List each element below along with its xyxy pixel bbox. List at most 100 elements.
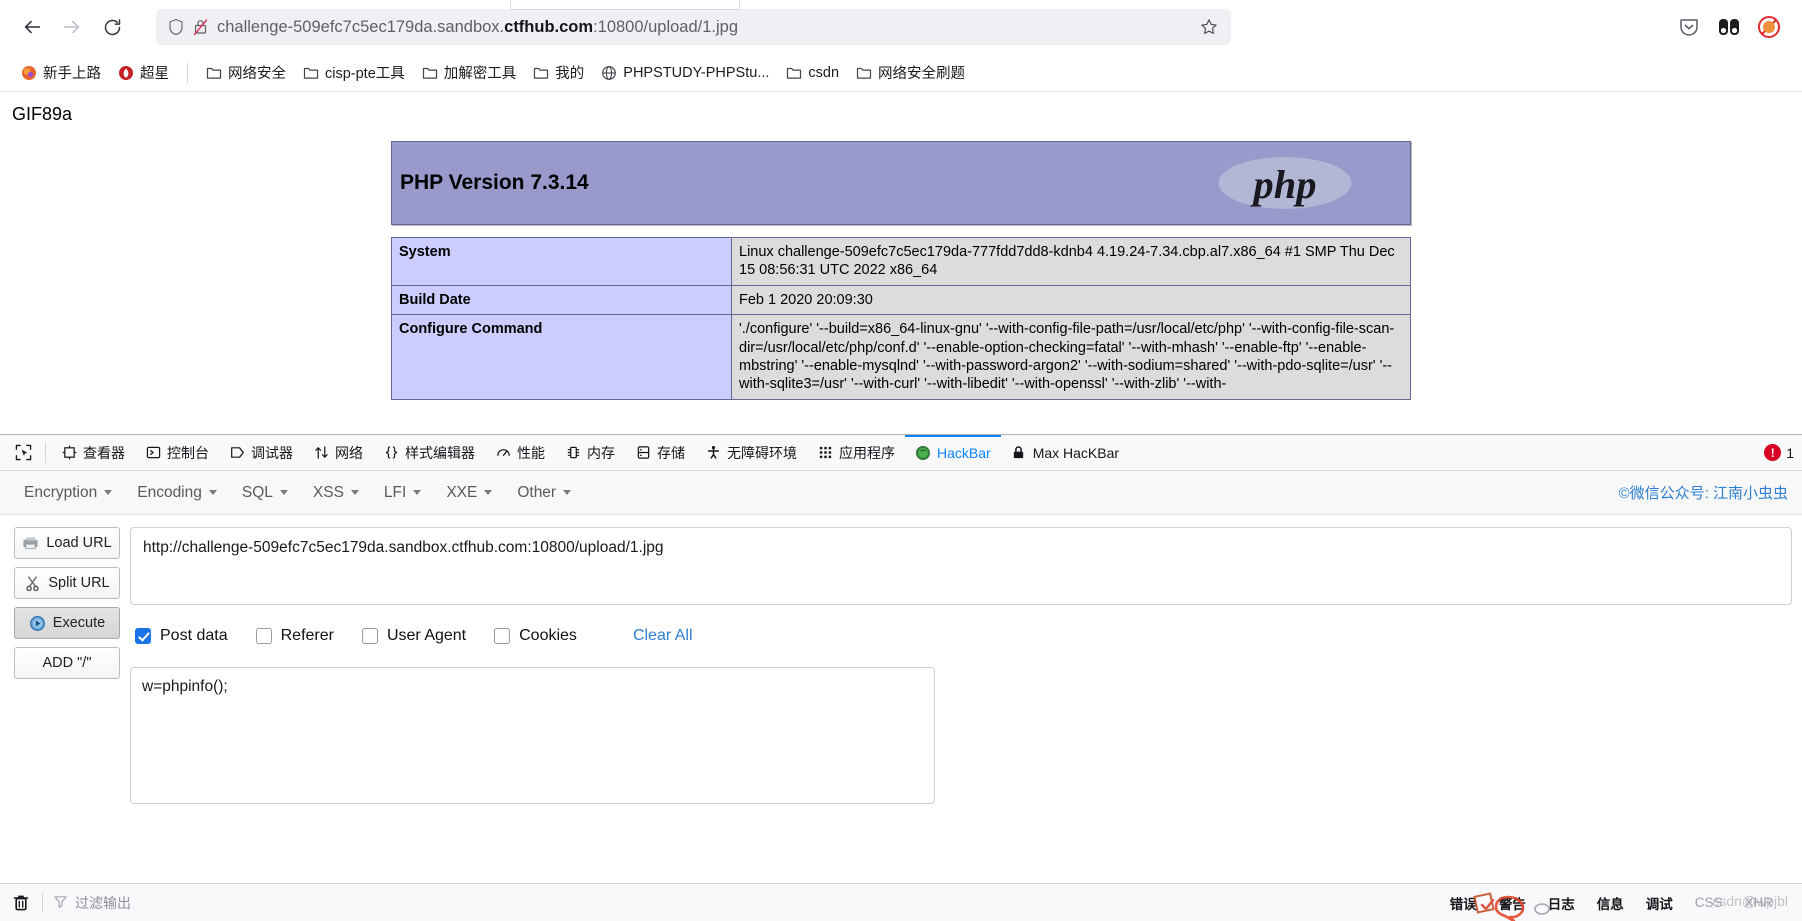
lock-crossed-icon[interactable] [193,18,208,36]
bookmark-star-icon[interactable] [1199,17,1219,37]
console-filter-errors[interactable]: 错误 [1441,890,1486,916]
tab-console[interactable]: 控制台 [135,435,219,470]
pocket-icon[interactable] [1676,14,1702,40]
bookmark-item[interactable]: cisp-pte工具 [296,58,412,87]
filter-icon [53,894,68,912]
style-editor-icon [383,445,399,461]
tab-label: 存储 [657,444,685,461]
tab-storage[interactable]: 存储 [625,435,695,470]
menu-encoding[interactable]: Encoding [127,479,227,507]
extension-icon[interactable] [1716,14,1742,40]
tab-inspector[interactable]: 查看器 [51,435,135,470]
button-label: Split URL [48,575,110,591]
bookmark-label: csdn [808,64,840,81]
checkbox-referer[interactable] [255,628,272,644]
bookmark-item[interactable]: 网络安全刷题 [849,58,972,87]
option-label: User Agent [386,627,467,644]
tab-style-editor[interactable]: 样式编辑器 [373,435,485,470]
option-cookies[interactable]: Cookies [494,627,577,645]
url-suffix: :10800/upload/1.jpg [593,17,739,36]
element-picker-icon[interactable] [6,435,40,470]
tab-debugger[interactable]: 调试器 [219,435,303,470]
checkbox-user-agent[interactable] [361,628,378,644]
add-slash-button[interactable]: ADD "/" [14,647,120,679]
split-url-button[interactable]: Split URL [14,567,120,599]
option-label: Cookies [519,627,577,644]
reload-button[interactable] [94,9,130,45]
hackbar-credit: ©微信公众号: 江南小虫虫 [1618,485,1788,502]
tab-application[interactable]: 应用程序 [807,435,905,470]
bookmark-item[interactable]: PHPSTUDY-PHPStu... [594,61,776,85]
button-label: ADD "/" [42,655,92,671]
hackbar-options-row: Post data Referer User Agent Cookies Cle… [130,624,1792,648]
chevron-down-icon [563,490,572,495]
tab-memory[interactable]: 内存 [555,435,625,470]
bookmark-label: cisp-pte工具 [325,66,405,82]
clear-all-link[interactable]: Clear All [633,627,693,645]
blocked-icon[interactable] [1756,14,1782,40]
bookmark-item[interactable]: 超星 [111,58,176,87]
console-filter-info[interactable]: 信息 [1588,890,1633,916]
bookmark-item[interactable]: csdn [779,61,846,85]
option-user-agent[interactable]: User Agent [361,627,467,645]
toolbar-separator [45,442,46,463]
console-filter-css[interactable]: CSS [1686,892,1732,913]
console-filter-logs[interactable]: 日志 [1539,890,1584,916]
scissors-icon [24,575,41,592]
menu-other[interactable]: Other [507,479,581,507]
globe-icon [601,65,617,81]
chevron-down-icon [413,490,422,495]
back-button[interactable] [14,9,50,45]
bookmark-item[interactable]: 加解密工具 [415,58,524,87]
performance-icon [495,445,511,461]
console-filter-xhr[interactable]: XHR [1735,892,1782,913]
folder-icon [422,65,438,81]
tab-label: Max HacKBar [1032,444,1120,461]
hackbar-icon [915,445,931,461]
table-cell-key: Configure Command [391,314,732,400]
tab-accessibility[interactable]: 无障碍环境 [695,435,807,470]
menu-lfi[interactable]: LFI [374,479,431,507]
tab-max-hackbar[interactable]: Max HacKBar [1001,435,1129,470]
browser-tab-stub[interactable] [510,0,740,10]
menu-xxe[interactable]: XXE [436,479,502,507]
post-data-input[interactable] [130,667,935,804]
menu-sql[interactable]: SQL [232,479,298,507]
table-cell-key: System [391,237,732,286]
checkbox-cookies[interactable] [494,628,511,644]
navigation-bar: challenge-509efc7c5ec179da.sandbox.ctfhu… [0,0,1802,54]
bookmark-item[interactable]: 网络安全 [199,58,293,87]
table-cell-key: Build Date [391,284,732,316]
tab-performance[interactable]: 性能 [485,435,555,470]
bookmark-label: 网络安全 [228,66,286,82]
url-input[interactable] [130,527,1792,605]
page-content: GIF89a PHP Version 7.3.14 php System Lin… [0,92,1802,434]
checkbox-post-data[interactable] [135,628,151,644]
menu-xss[interactable]: XSS [303,479,369,507]
menu-label: LFI [383,483,407,501]
devtools-error-indicator[interactable]: ! 1 [1764,435,1802,470]
menu-encryption[interactable]: Encryption [14,479,122,507]
folder-icon [206,65,222,81]
tab-label: 无障碍环境 [727,444,797,461]
console-filter-input[interactable]: 过滤输出 [53,893,131,913]
console-filter-warnings[interactable]: 警告 [1490,890,1535,916]
load-url-button[interactable]: Load URL [14,527,120,559]
option-post-data[interactable]: Post data [135,627,228,645]
load-url-icon [22,535,39,552]
bookmark-item[interactable]: 我的 [526,58,591,87]
option-referer[interactable]: Referer [255,627,334,645]
tab-hackbar[interactable]: HackBar [905,435,1001,470]
tab-network[interactable]: 网络 [303,435,373,470]
bookmark-item[interactable]: 新手上路 [14,58,108,87]
trash-icon[interactable] [10,892,32,914]
button-label: Execute [52,615,106,631]
execute-button[interactable]: Execute [14,607,120,639]
phpinfo-table: System Linux challenge-509efc7c5ec179da-… [391,237,1411,400]
address-bar[interactable]: challenge-509efc7c5ec179da.sandbox.ctfhu… [156,9,1231,45]
svg-text:php: php [1250,162,1316,207]
reload-icon [104,18,120,35]
forward-button[interactable] [54,9,90,45]
shield-icon [168,18,184,36]
console-filter-debug[interactable]: 调试 [1637,890,1682,916]
